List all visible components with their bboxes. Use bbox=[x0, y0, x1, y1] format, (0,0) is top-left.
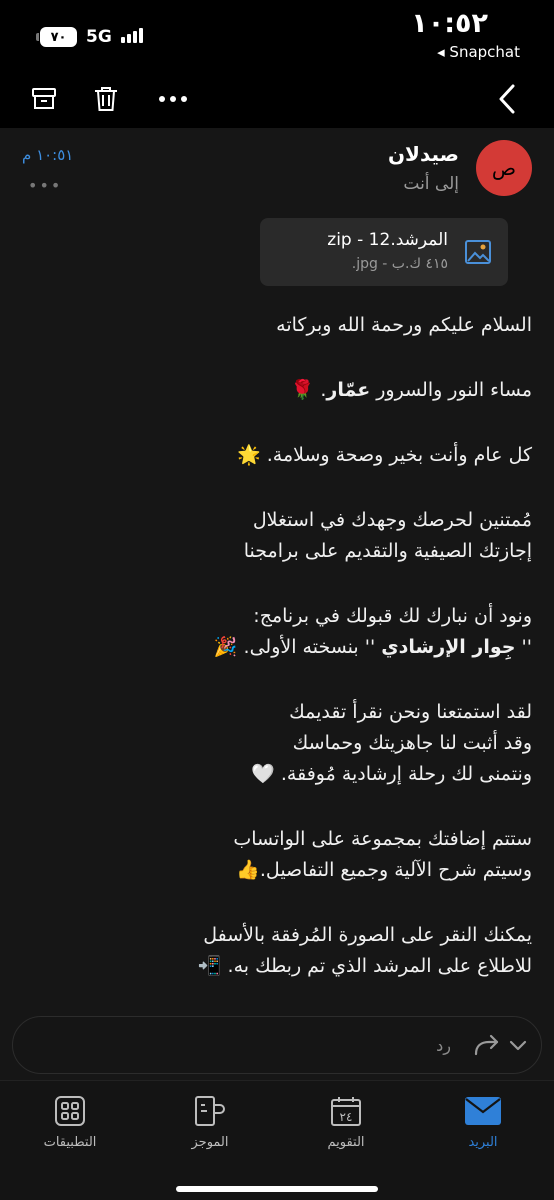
back-to-app-link[interactable]: ◂ Snapchat bbox=[437, 43, 520, 61]
back-chevron-icon[interactable] bbox=[490, 82, 524, 116]
message-body: السلام عليكم ورحمة الله وبركاته مساء الن… bbox=[22, 310, 532, 1016]
nav-calendar[interactable]: ٢٤ التقويم bbox=[296, 1091, 396, 1150]
reply-bar[interactable]: رد bbox=[12, 1016, 542, 1074]
signal-icon bbox=[121, 28, 143, 43]
acceptance-paragraph: ونود أن نبارك لك قبولك في برنامج: '' جِو… bbox=[22, 601, 532, 663]
mail-icon bbox=[433, 1091, 533, 1131]
attachment-name: المرشد.12 - zip bbox=[327, 230, 448, 250]
attachment-card[interactable]: المرشد.12 - zip ٤١٥ ك.ب - jpg. bbox=[260, 218, 508, 286]
reply-arrow-icon[interactable] bbox=[471, 1032, 501, 1062]
mail-toolbar bbox=[0, 72, 554, 128]
clock: ١٠:٥٢ bbox=[411, 8, 488, 39]
whatsapp-line-2: وسيتم شرح الآلية وجميع التفاصيل.👍 bbox=[236, 859, 532, 881]
acceptance-line-2: '' جِوار الإرشادي '' بنسخته الأولى. 🎉 bbox=[22, 632, 532, 663]
welcome-text: مساء النور والسرور bbox=[370, 379, 532, 401]
sender-name[interactable]: صيدلان bbox=[388, 142, 459, 166]
back-app-label: Snapchat bbox=[449, 43, 520, 61]
image-line-2: للاطلاع على المرشد الذي تم ربطك به. 📲 bbox=[197, 955, 532, 977]
enjoyed-paragraph: لقد استمتعنا ونحن نقرأ تقديمك وقد أثبت ل… bbox=[22, 697, 532, 790]
enjoyed-line-1: لقد استمتعنا ونحن نقرأ تقديمك bbox=[289, 701, 532, 723]
apps-grid-icon bbox=[20, 1091, 120, 1131]
nav-mail[interactable]: البريد bbox=[433, 1091, 533, 1150]
message-more-icon[interactable]: ••• bbox=[28, 176, 62, 195]
calendar-day: ٢٤ bbox=[340, 1110, 353, 1124]
nav-apps[interactable]: التطبيقات bbox=[20, 1091, 120, 1150]
whatsapp-paragraph: ستتم إضافتك بمجموعة على الواتساب وسيتم ش… bbox=[22, 824, 532, 886]
nav-feed[interactable]: الموجز bbox=[160, 1091, 260, 1150]
trash-icon[interactable] bbox=[89, 82, 123, 116]
enjoyed-line-3: ونتمنى لك رحلة إرشادية مُوفقة. 🤍 bbox=[251, 763, 532, 785]
status-bar: ١٠:٥٢ ◂ Snapchat ٧٠ 5G bbox=[0, 0, 554, 70]
recipient-line[interactable]: إلى أنت bbox=[403, 174, 459, 194]
image-file-icon bbox=[464, 238, 492, 266]
bottom-nav: البريد ٢٤ التقويم الموجز التطبيقات bbox=[0, 1080, 554, 1200]
home-indicator bbox=[176, 1186, 378, 1192]
message-time: ١٠:٥١ م bbox=[22, 146, 74, 164]
whatsapp-line-1: ستتم إضافتك بمجموعة على الواتساب bbox=[233, 828, 532, 850]
thanks-line-1: مُمتنين لحرصك وجهدك في استغلال bbox=[252, 509, 532, 531]
acceptance-rest: '' بنسخته الأولى. 🎉 bbox=[213, 636, 382, 658]
enjoyed-line-2: وقد أثبت لنا جاهزيتك وحماسك bbox=[292, 732, 532, 754]
network-type: 5G bbox=[86, 27, 112, 47]
calendar-icon: ٢٤ bbox=[296, 1091, 396, 1131]
greeting: السلام عليكم ورحمة الله وبركاته bbox=[276, 314, 532, 336]
image-paragraph: يمكنك النقر على الصورة المُرفقة بالأسفل … bbox=[22, 920, 532, 982]
thanks-paragraph: مُمتنين لحرصك وجهدك في استغلال إجازتك ال… bbox=[22, 505, 532, 567]
attachment-meta: ٤١٥ ك.ب - jpg. bbox=[351, 256, 448, 272]
reply-input[interactable]: رد bbox=[436, 1036, 451, 1055]
nav-feed-label: الموجز bbox=[191, 1135, 229, 1150]
wishes-line: كل عام وأنت بخير وصحة وسلامة. 🌟 bbox=[237, 444, 532, 466]
archive-icon[interactable] bbox=[27, 82, 61, 116]
recipient-name: عمّار bbox=[326, 379, 371, 401]
nav-calendar-label: التقويم bbox=[327, 1135, 365, 1150]
battery-indicator: ٧٠ bbox=[36, 27, 77, 47]
avatar[interactable]: ص bbox=[476, 140, 532, 196]
feed-icon bbox=[160, 1091, 260, 1131]
image-line-1: يمكنك النقر على الصورة المُرفقة بالأسفل bbox=[203, 924, 532, 946]
message-view: ص صيدلان إلى أنت ١٠:٥١ م ••• المرشد.12 -… bbox=[0, 128, 554, 1080]
thanks-line-2: إجازتك الصيفية والتقديم على برامجنا bbox=[243, 540, 532, 562]
welcome-rose: . 🌹 bbox=[290, 379, 327, 401]
welcome-line: مساء النور والسرور عمّار. 🌹 bbox=[22, 375, 532, 406]
nav-apps-label: التطبيقات bbox=[43, 1135, 97, 1150]
program-name: جِوار الإرشادي bbox=[381, 636, 516, 658]
quote-open: '' bbox=[515, 636, 532, 658]
more-icon[interactable] bbox=[156, 82, 190, 116]
nav-mail-label: البريد bbox=[468, 1135, 498, 1150]
acceptance-line-1: ونود أن نبارك لك قبولك في برنامج: bbox=[253, 605, 532, 627]
reply-options-chevron-icon[interactable] bbox=[509, 1037, 527, 1056]
